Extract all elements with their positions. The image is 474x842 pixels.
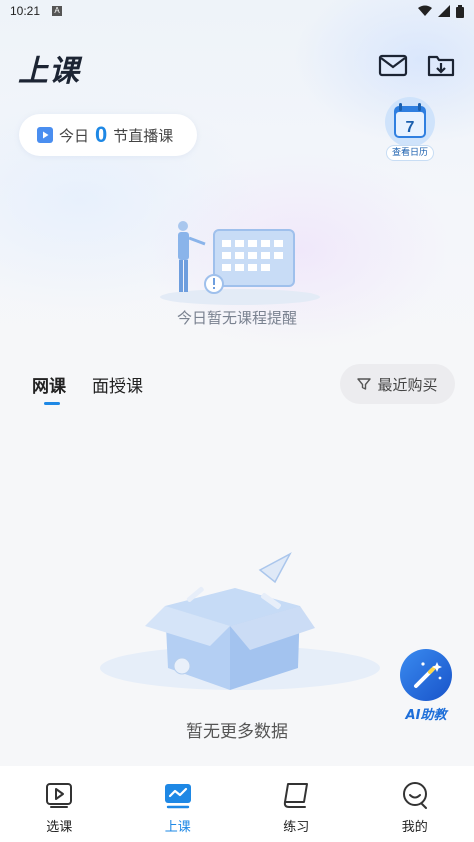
today-prefix: 今日 xyxy=(59,126,90,145)
nav-label-select-course: 选课 xyxy=(46,820,73,835)
ai-assistant-label[interactable]: AI助教 xyxy=(396,704,456,723)
play-course-icon xyxy=(46,783,73,808)
filter-icon xyxy=(357,378,372,390)
live-video-icon xyxy=(37,127,53,143)
recent-purchase-filter-button[interactable]: 最近购买 xyxy=(340,364,455,404)
nav-item-practice[interactable]: 练习 xyxy=(237,766,356,842)
empty-schedule-message: 今日暂无课程提醒 xyxy=(176,309,297,327)
today-live-summary[interactable]: 今日 0 节直播课 xyxy=(19,114,197,156)
notification-icon: A xyxy=(52,6,63,16)
profile-icon xyxy=(402,782,427,809)
page-title: 上课 xyxy=(18,54,80,89)
status-time: 10:21 xyxy=(10,4,41,18)
nav-item-profile[interactable]: 我的 xyxy=(356,766,474,842)
active-tab-indicator xyxy=(44,402,60,405)
empty-schedule-illustration xyxy=(160,221,320,305)
tab-online-course[interactable]: 网课 xyxy=(32,372,66,397)
nav-label-profile: 我的 xyxy=(401,820,428,835)
practice-book-icon xyxy=(284,783,309,808)
signal-icon xyxy=(438,5,450,17)
today-live-count: 0 xyxy=(95,122,108,147)
nav-label-practice: 练习 xyxy=(283,820,310,835)
nav-item-classroom[interactable]: 上课 xyxy=(119,766,238,842)
nav-label-classroom: 上课 xyxy=(164,820,191,835)
today-suffix: 节直播课 xyxy=(113,126,174,145)
filter-label: 最近购买 xyxy=(377,375,438,394)
bottom-navigation: 选课 上课 练习 我的 xyxy=(0,766,474,842)
course-tabs: 网课 面授课 xyxy=(32,372,143,397)
calendar-day: 7 xyxy=(406,119,415,136)
tab-offline-course[interactable]: 面授课 xyxy=(92,372,143,397)
download-folder-icon[interactable] xyxy=(426,50,456,80)
magic-wand-icon[interactable] xyxy=(399,648,453,702)
classroom-icon xyxy=(164,784,191,809)
view-calendar-label[interactable]: 查看日历 xyxy=(386,145,434,161)
empty-box-illustration xyxy=(100,552,380,690)
status-bar: 10:21 A xyxy=(0,0,474,22)
battery-icon xyxy=(456,4,464,18)
mail-icon[interactable] xyxy=(378,50,408,80)
nav-item-select-course[interactable]: 选课 xyxy=(0,766,119,842)
wifi-icon xyxy=(418,5,432,16)
